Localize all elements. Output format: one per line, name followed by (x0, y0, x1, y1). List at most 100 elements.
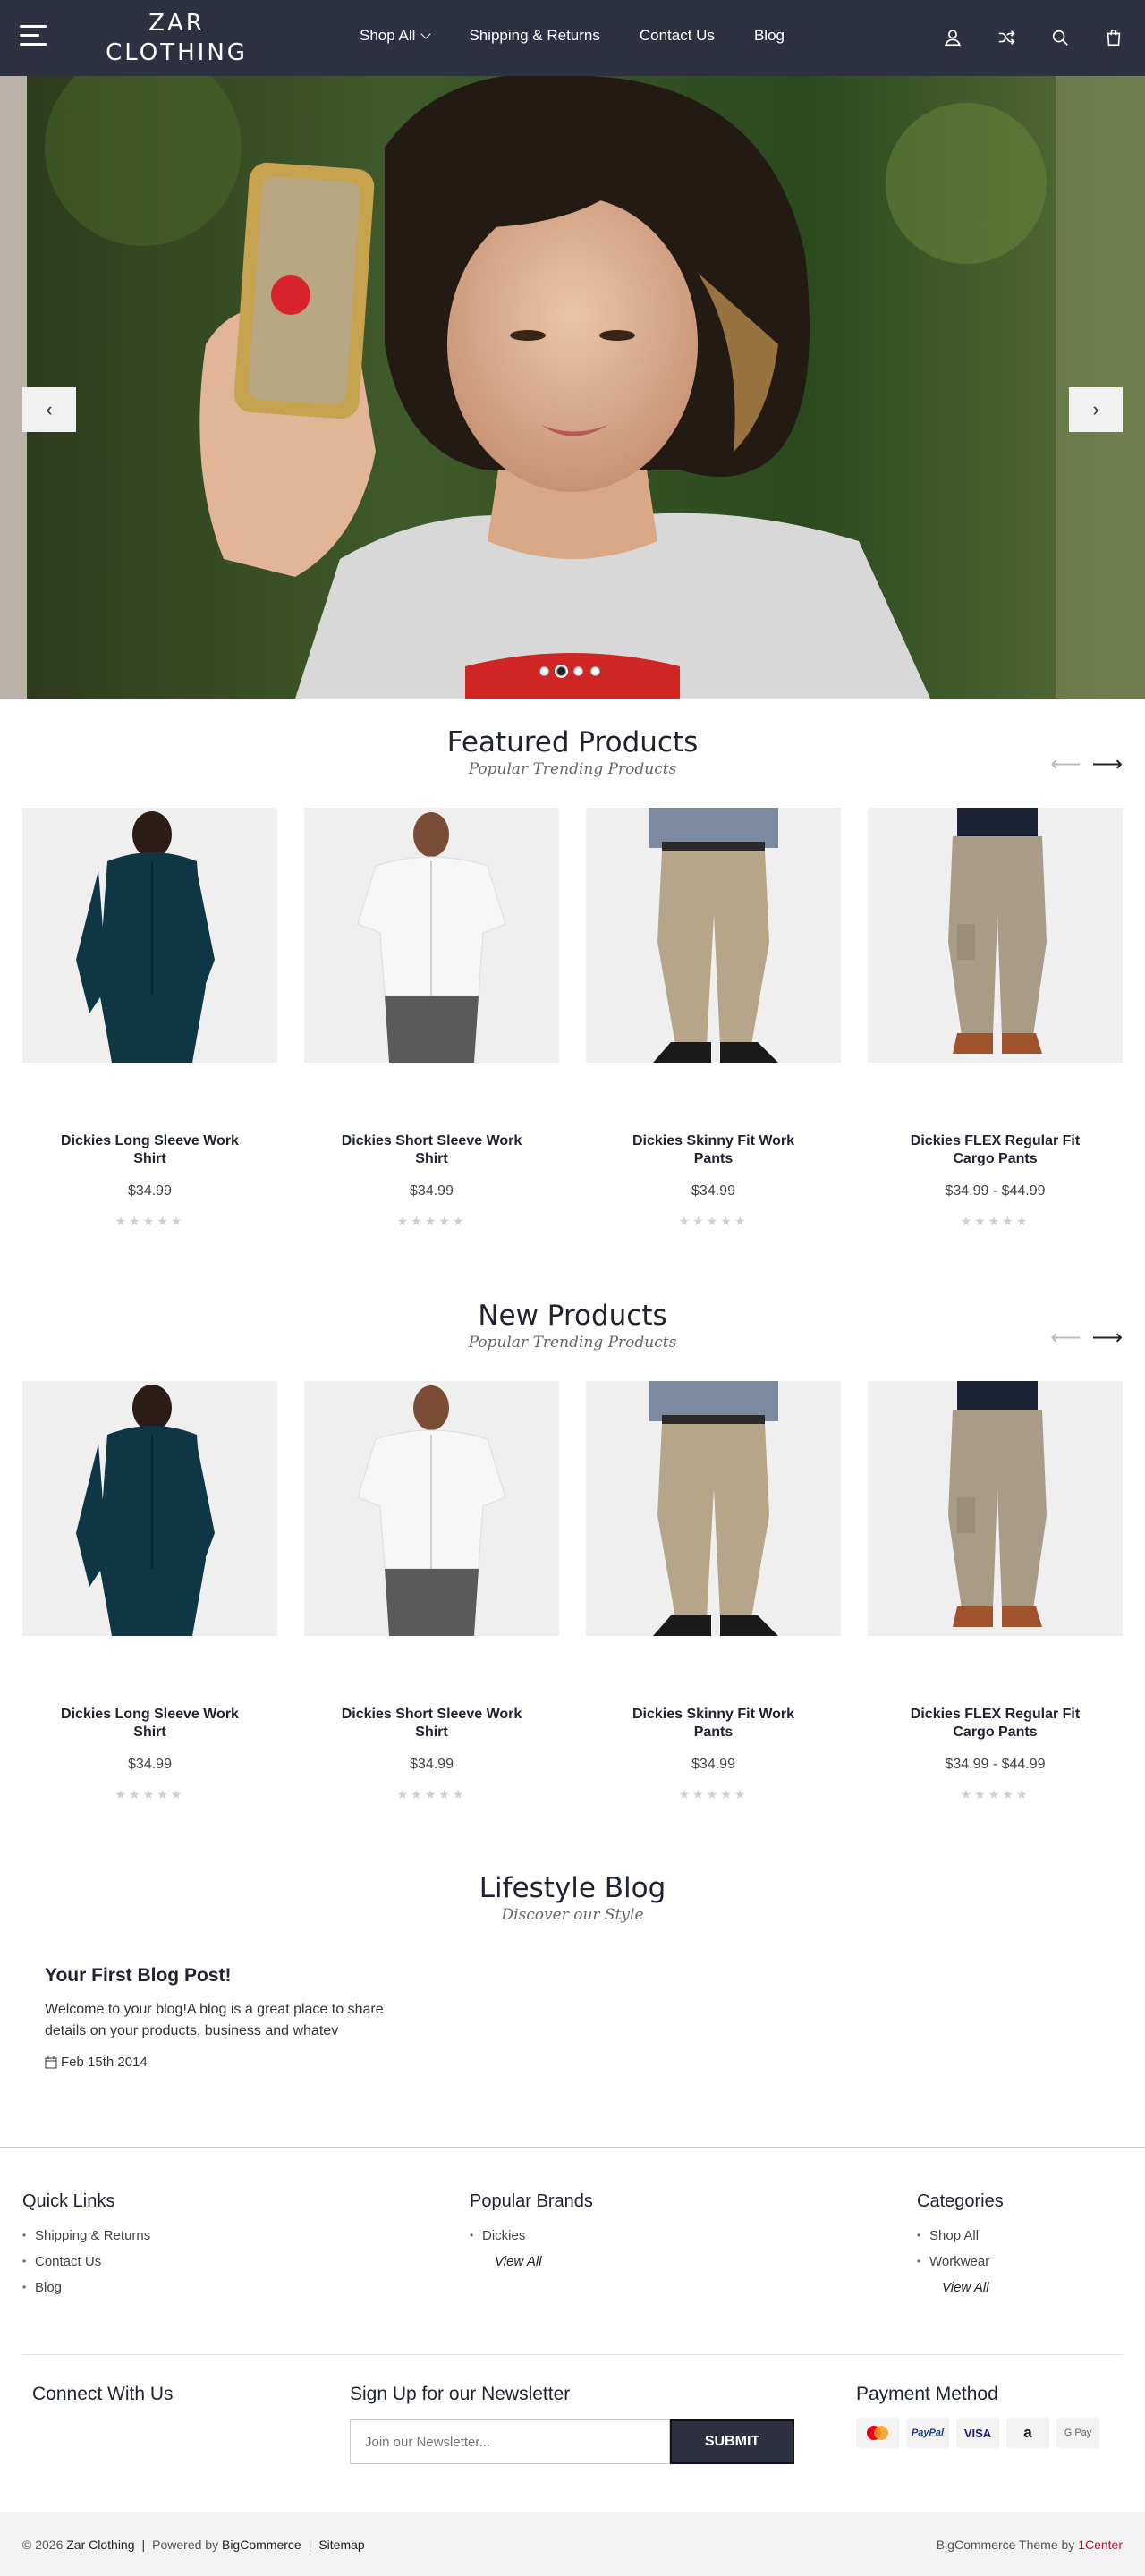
payment-methods: PayPal VISA a G Pay (856, 2418, 1099, 2448)
featured-carousel-controls: ⟵ ⟶ (1050, 754, 1123, 775)
product-name[interactable]: Dickies FLEX Regular Fit Cargo Pants (868, 1706, 1123, 1741)
hero-dot-3[interactable] (573, 666, 583, 676)
newsletter-submit-button[interactable]: SUBMIT (670, 2419, 794, 2464)
product-image[interactable] (586, 1381, 841, 1636)
product-name[interactable]: Dickies Short Sleeve Work Shirt (304, 1706, 559, 1741)
footer-category-workwear[interactable]: Workwear (917, 2254, 1004, 2269)
product-price: $34.99 (410, 1183, 454, 1199)
hero-dot-1[interactable] (539, 666, 549, 676)
blog-post-title[interactable]: Your First Blog Post! (45, 1965, 385, 1987)
blog-title: Lifestyle Blog (479, 1872, 666, 1904)
product-price: $34.99 (691, 1757, 735, 1772)
hero-dot-4[interactable] (590, 666, 600, 676)
product-price: $34.99 (410, 1757, 454, 1772)
product-price: $34.99 (128, 1183, 172, 1199)
arrow-left-icon[interactable]: ⟵ (1050, 1327, 1081, 1349)
paypal-icon: PayPal (906, 2418, 949, 2448)
connect-title: Connect With Us (32, 2384, 174, 2404)
featured-products-list: Dickies Long Sleeve Work Shirt $34.99 ★★… (22, 808, 1123, 1229)
blog-post-excerpt: Welcome to your blog!A blog is a great p… (45, 2002, 384, 2038)
nav-blog[interactable]: Blog (754, 27, 785, 45)
product-image[interactable] (304, 808, 559, 1063)
featured-heading: Featured Products Popular Trending Produ… (0, 726, 1145, 778)
newsletter-title: Sign Up for our Newsletter (350, 2384, 571, 2404)
footer-link-contact-us[interactable]: Contact Us (22, 2254, 150, 2269)
arrow-right-icon[interactable]: ⟶ (1092, 1327, 1123, 1349)
product-name[interactable]: Dickies Long Sleeve Work Shirt (22, 1706, 277, 1741)
footer-popular-brands: Popular Brands Dickies View All (470, 2191, 593, 2280)
blog-heading: Lifestyle Blog Discover our Style (0, 1872, 1145, 1924)
product-image[interactable] (304, 1381, 559, 1636)
new-products-subtitle: Popular Trending Products (468, 1334, 677, 1352)
hero-prev-button[interactable]: ‹ (22, 387, 76, 432)
product-card: Dickies FLEX Regular Fit Cargo Pants $34… (868, 1381, 1123, 1802)
categories-view-all-link[interactable]: View All (917, 2280, 1004, 2295)
new-products-list: Dickies Long Sleeve Work Shirt $34.99 ★★… (22, 1381, 1123, 1802)
product-rating-stars: ★★★★★ (960, 1214, 1030, 1228)
search-icon[interactable] (1047, 24, 1073, 51)
brands-title: Popular Brands (470, 2191, 593, 2211)
hero-image (0, 76, 1145, 699)
footer-link-blog[interactable]: Blog (22, 2280, 150, 2295)
shuffle-icon[interactable] (993, 24, 1020, 51)
nav-shipping-returns[interactable]: Shipping & Returns (469, 27, 599, 45)
categories-title: Categories (917, 2191, 1004, 2211)
product-name[interactable]: Dickies Short Sleeve Work Shirt (304, 1132, 559, 1168)
featured-subtitle: Popular Trending Products (468, 760, 677, 778)
product-rating-stars: ★★★★★ (678, 1787, 749, 1801)
amazon-pay-icon: a (1006, 2418, 1049, 2448)
new-products-heading: New Products Popular Trending Products (0, 1300, 1145, 1352)
mastercard-icon (856, 2418, 899, 2448)
theme-credit: BigCommerce Theme by 1Center (936, 2538, 1123, 2552)
product-image[interactable] (22, 808, 277, 1063)
footer-brand-dickies[interactable]: Dickies (470, 2228, 593, 2243)
arrow-right-icon[interactable]: ⟶ (1092, 754, 1123, 775)
featured-title: Featured Products (446, 726, 699, 758)
blog-subtitle: Discover our Style (501, 1906, 644, 1924)
payment-title: Payment Method (856, 2384, 998, 2404)
product-image[interactable] (22, 1381, 277, 1636)
store-name-link[interactable]: Zar Clothing (66, 2538, 134, 2552)
product-name[interactable]: Dickies Skinny Fit Work Pants (586, 1132, 841, 1168)
product-card: Dickies Skinny Fit Work Pants $34.99 ★★★… (586, 808, 841, 1229)
cart-bag-icon[interactable] (1100, 24, 1127, 51)
product-image[interactable] (868, 808, 1123, 1063)
product-image[interactable] (586, 808, 841, 1063)
bigcommerce-link[interactable]: BigCommerce (222, 2538, 301, 2552)
product-name[interactable]: Dickies Long Sleeve Work Shirt (22, 1132, 277, 1168)
user-icon[interactable] (939, 24, 966, 51)
product-card: Dickies Long Sleeve Work Shirt $34.99 ★★… (22, 808, 277, 1229)
blog-post: Your First Blog Post! Welcome to your bl… (45, 1965, 385, 2070)
brands-view-all-link[interactable]: View All (470, 2254, 593, 2269)
hero-next-button[interactable]: › (1069, 387, 1123, 432)
new-products-title: New Products (478, 1300, 667, 1332)
product-image[interactable] (868, 1381, 1123, 1636)
new-products-carousel-controls: ⟵ ⟶ (1050, 1327, 1123, 1349)
product-rating-stars: ★★★★★ (114, 1214, 185, 1228)
hero-dot-2[interactable] (556, 666, 566, 676)
product-card: Dickies Long Sleeve Work Shirt $34.99 ★★… (22, 1381, 277, 1802)
nav-shop-all[interactable]: Shop All (360, 27, 432, 45)
product-name[interactable]: Dickies Skinny Fit Work Pants (586, 1706, 841, 1741)
product-price: $34.99 (691, 1183, 735, 1199)
footer-category-shop-all[interactable]: Shop All (917, 2228, 1004, 2243)
product-price: $34.99 - $44.99 (945, 1183, 1046, 1199)
theme-author-link[interactable]: 1Center (1078, 2538, 1123, 2552)
blog-post-date: Feb 15th 2014 (45, 2055, 385, 2070)
arrow-left-icon[interactable]: ⟵ (1050, 754, 1081, 775)
product-rating-stars: ★★★★★ (396, 1787, 467, 1801)
product-card: Dickies Skinny Fit Work Pants $34.99 ★★★… (586, 1381, 841, 1802)
product-name[interactable]: Dickies FLEX Regular Fit Cargo Pants (868, 1132, 1123, 1168)
site-logo[interactable]: ZAR CLOTHING (98, 9, 255, 68)
sitemap-link[interactable]: Sitemap (318, 2538, 364, 2552)
product-price: $34.99 (128, 1757, 172, 1772)
product-rating-stars: ★★★★★ (678, 1214, 749, 1228)
footer-link-shipping-returns[interactable]: Shipping & Returns (22, 2228, 150, 2243)
product-card: Dickies FLEX Regular Fit Cargo Pants $34… (868, 808, 1123, 1229)
nav-contact-us[interactable]: Contact Us (640, 27, 715, 45)
visa-icon: VISA (956, 2418, 999, 2448)
site-header: ZAR CLOTHING Shop All Shipping & Returns… (0, 0, 1145, 76)
menu-icon[interactable] (20, 23, 48, 48)
newsletter-email-input[interactable] (350, 2419, 670, 2464)
footer-divider (0, 2147, 1145, 2148)
